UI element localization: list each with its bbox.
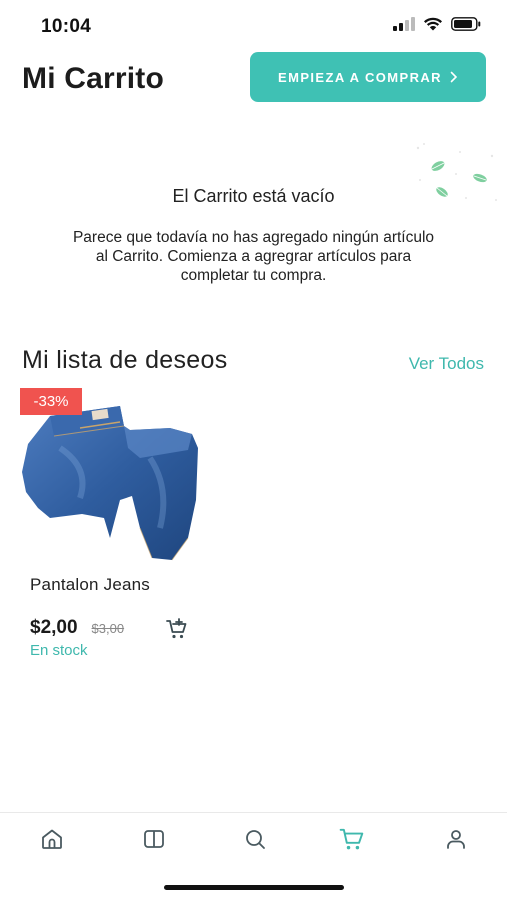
battery-icon (451, 17, 481, 31)
nav-home[interactable] (38, 825, 66, 853)
chevron-right-icon (450, 71, 458, 83)
catalog-icon (144, 830, 164, 848)
search-icon (246, 830, 265, 849)
empty-cart-line-1: Parece que todavía no has agregado ningú… (72, 229, 435, 246)
home-indicator (164, 885, 344, 890)
product-name: Pantalon Jeans (30, 575, 150, 594)
empty-cart-line-2: al Carrito. Comienza a agregrar artículo… (95, 248, 412, 265)
empty-cart-description: Parece que todavía no has agregado ningú… (30, 228, 477, 285)
wifi-icon (424, 17, 442, 31)
nav-profile[interactable] (442, 825, 470, 853)
discount-badge: -33% (20, 388, 82, 415)
product-price: $2,00 (30, 617, 78, 638)
add-to-cart-icon[interactable] (165, 617, 189, 641)
cart-icon (339, 828, 364, 850)
signal-icon (393, 17, 415, 31)
user-icon (447, 830, 465, 849)
start-shopping-label: EMPIEZA A COMPRAR (278, 69, 442, 85)
bottom-nav (0, 812, 507, 866)
home-icon (42, 829, 62, 849)
product-card[interactable]: -33% Pantalon Jeans $2,00 $3,00 En stock (20, 388, 205, 668)
wishlist-title: Mi lista de deseos (22, 346, 228, 374)
empty-cart-line-3: completar tu compra. (180, 267, 327, 284)
view-all-link[interactable]: Ver Todos (409, 354, 484, 374)
status-bar: 10:04 (0, 0, 507, 50)
nav-cart[interactable] (338, 825, 366, 853)
status-time: 10:04 (41, 16, 92, 37)
empty-cart-title: El Carrito está vacío (172, 186, 335, 206)
nav-catalog[interactable] (140, 825, 168, 853)
price-row: $2,00 $3,00 (30, 617, 124, 639)
nav-search[interactable] (241, 825, 269, 853)
header: Mi Carrito EMPIEZA A COMPRAR (0, 50, 507, 110)
start-shopping-button[interactable]: EMPIEZA A COMPRAR (250, 52, 486, 102)
product-old-price: $3,00 (91, 621, 125, 636)
page-title: Mi Carrito (22, 62, 165, 95)
stock-status: En stock (30, 642, 88, 659)
status-icons (393, 17, 481, 31)
